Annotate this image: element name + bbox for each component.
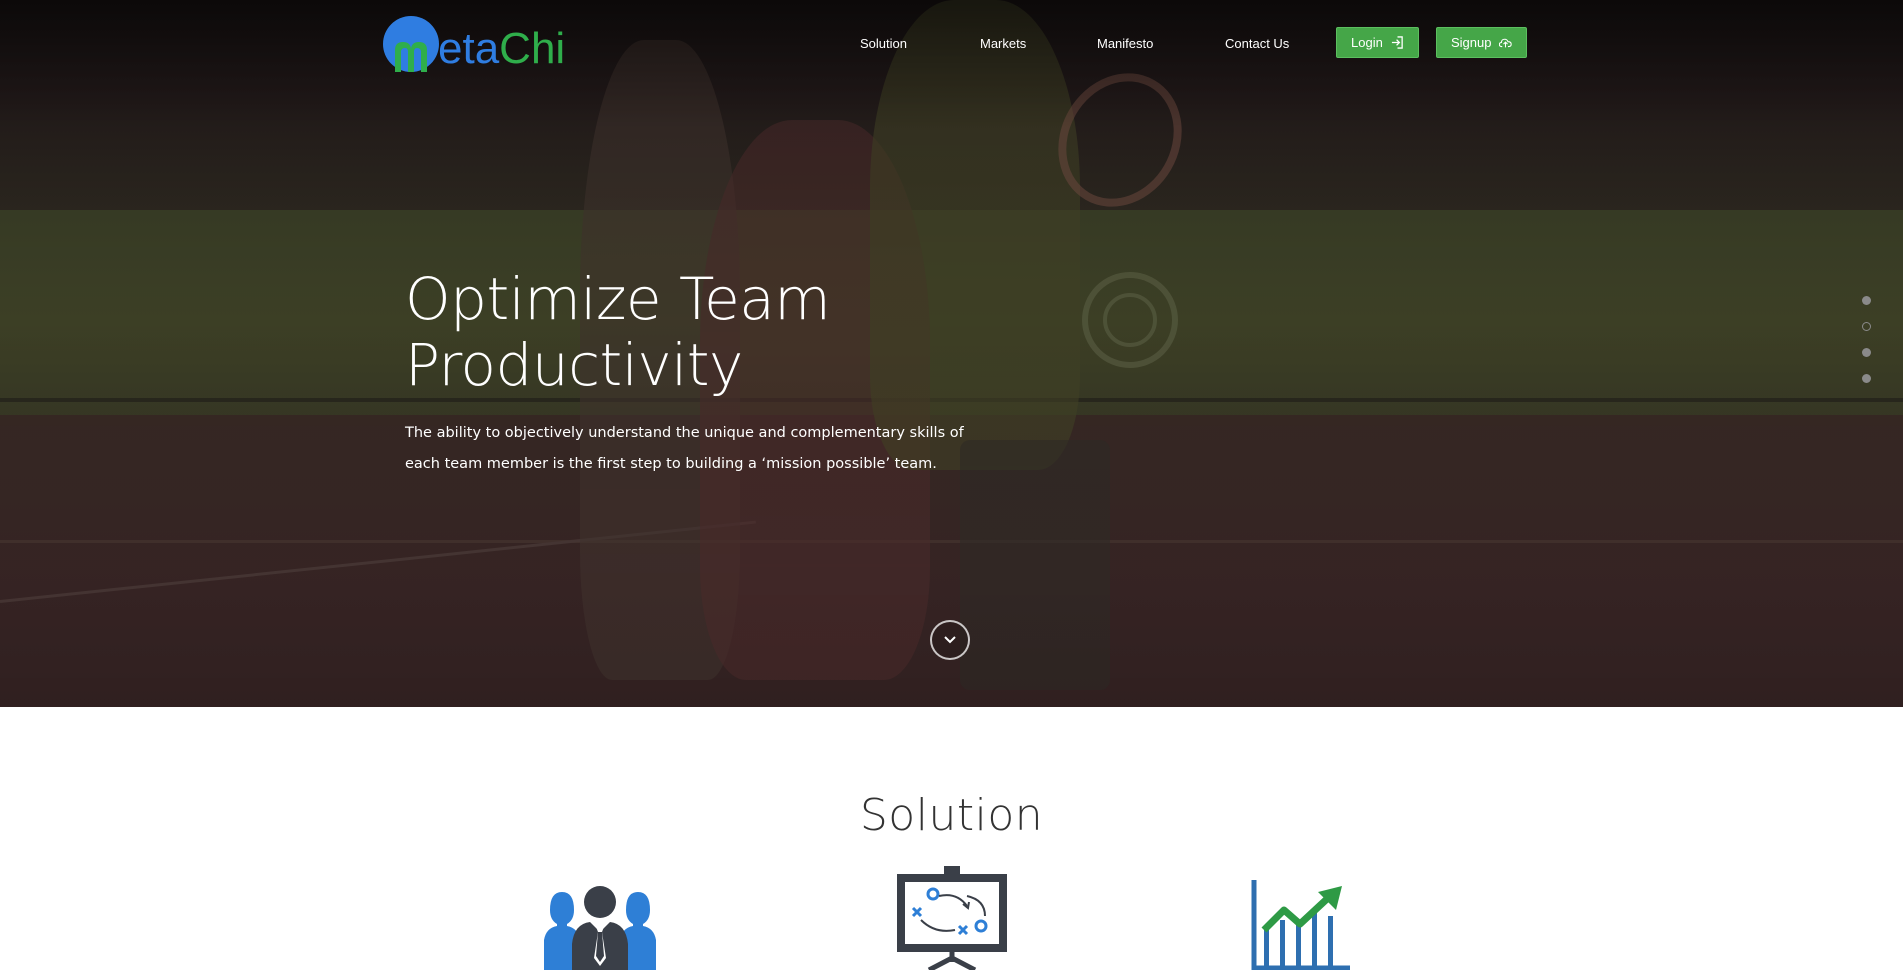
signup-label: Signup <box>1451 35 1492 50</box>
strategy-board-icon <box>897 866 1007 970</box>
team-icon <box>544 886 656 970</box>
hero-title-line2: Productivity <box>405 331 743 399</box>
site-header: etaChi Solution Markets Manifesto Contac… <box>0 0 1903 90</box>
login-label: Login <box>1351 35 1383 50</box>
logo-text-eta: eta <box>438 24 500 73</box>
scroll-down-button[interactable] <box>930 620 970 660</box>
brand-logo[interactable]: etaChi <box>383 16 573 76</box>
sign-in-icon <box>1391 36 1403 49</box>
nav-markets[interactable]: Markets <box>980 36 1026 51</box>
slide-dot-4[interactable] <box>1862 374 1871 383</box>
chevron-down-icon <box>944 636 956 644</box>
logo-wordmark: etaChi <box>438 24 565 74</box>
hero-title-line1: Optimize Team <box>405 265 831 333</box>
hero-title: Optimize Team Productivity <box>405 266 1105 398</box>
growth-chart-icon <box>1251 880 1350 970</box>
nav-solution[interactable]: Solution <box>860 36 907 51</box>
signup-button[interactable]: Signup <box>1436 27 1528 58</box>
nav-manifesto[interactable]: Manifesto <box>1097 36 1153 51</box>
slide-dot-3[interactable] <box>1862 348 1871 357</box>
nav-contact-us[interactable]: Contact Us <box>1225 36 1289 51</box>
section-title-solution: Solution <box>859 790 1044 841</box>
hero-subtitle: The ability to objectively understand th… <box>405 425 964 472</box>
login-button[interactable]: Login <box>1336 27 1419 58</box>
cloud-upload-icon <box>1499 38 1513 48</box>
logo-text-chi: Chi <box>499 24 566 73</box>
slide-dot-1[interactable] <box>1862 296 1871 305</box>
logo-m-mark-icon <box>395 42 427 72</box>
slide-dot-2[interactable] <box>1862 322 1871 331</box>
